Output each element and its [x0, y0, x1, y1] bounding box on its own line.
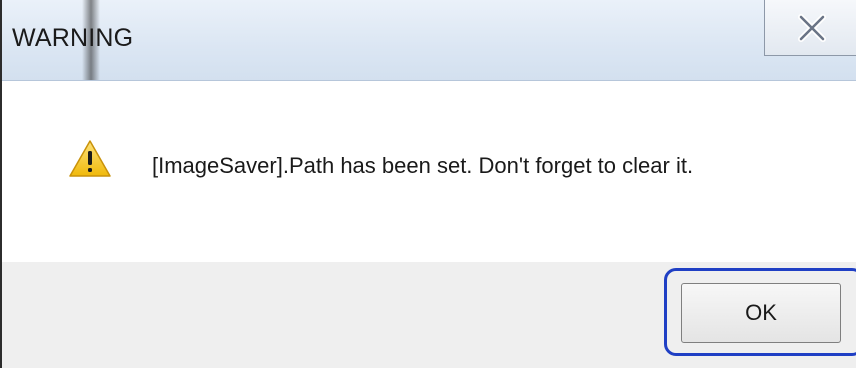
dialog-content: [ImageSaver].Path has been set. Don't fo… [2, 81, 856, 262]
title-bar[interactable]: WARNING [2, 0, 856, 81]
close-icon [797, 13, 826, 42]
window-title: WARNING [12, 24, 134, 52]
warning-message: [ImageSaver].Path has been set. Don't fo… [152, 153, 694, 178]
close-button[interactable] [764, 0, 856, 56]
warning-icon [69, 140, 111, 177]
warning-dialog: WARNING [ImageSaver].Path has been set. … [0, 0, 856, 368]
ok-button[interactable]: OK [681, 283, 841, 343]
